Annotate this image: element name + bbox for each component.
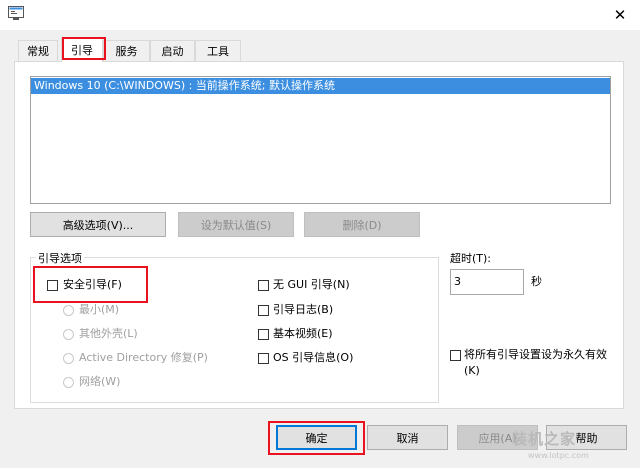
active-directory-radio[interactable]	[63, 353, 74, 364]
set-default-button[interactable]: 设为默认值(S)	[178, 212, 294, 237]
active-directory-label: Active Directory 修复(P)	[79, 351, 208, 364]
tab-startup-label: 启动	[161, 45, 184, 58]
close-button[interactable]: ✕	[600, 0, 640, 30]
boot-options-title: 引导选项	[36, 250, 84, 266]
tab-general-label: 常规	[27, 45, 49, 58]
timeout-label: 超时(T):	[450, 252, 492, 265]
base-video-checkbox[interactable]	[258, 329, 269, 340]
tab-services[interactable]: 服务	[103, 40, 150, 61]
watermark-url: www.lotpc.com	[528, 451, 589, 460]
no-gui-boot-label: 无 GUI 引导(N)	[273, 278, 350, 291]
os-boot-info-label: OS 引导信息(O)	[273, 351, 354, 364]
tab-general[interactable]: 常规	[18, 40, 58, 61]
title-bar	[0, 0, 640, 30]
base-video-label: 基本视频(E)	[273, 327, 333, 340]
boot-log-checkbox[interactable]	[258, 305, 269, 316]
no-gui-boot-checkbox[interactable]	[258, 280, 269, 291]
make-permanent-label: 将所有引导设置设为永久有效	[464, 348, 607, 361]
close-icon: ✕	[613, 6, 627, 24]
watermark-logo: 装机之家	[512, 430, 577, 448]
os-boot-info-checkbox[interactable]	[258, 353, 269, 364]
alternate-shell-radio[interactable]	[63, 329, 74, 340]
network-label: 网络(W)	[79, 375, 121, 388]
delete-button[interactable]: 删除(D)	[304, 212, 420, 237]
ok-button[interactable]: 确定	[276, 425, 357, 450]
minimal-radio[interactable]	[63, 305, 74, 316]
msconfig-app-icon	[8, 6, 24, 20]
timeout-input[interactable]: 3	[450, 269, 524, 295]
tab-boot-highlight	[62, 37, 106, 60]
timeout-unit: 秒	[531, 275, 542, 288]
os-list-item-selected[interactable]: Windows 10 (C:\WINDOWS) : 当前操作系统; 默认操作系统	[31, 78, 610, 94]
os-list[interactable]	[30, 76, 611, 204]
minimal-label: 最小(M)	[79, 303, 120, 316]
safe-boot-checkbox[interactable]	[47, 280, 58, 291]
safe-boot-label: 安全引导(F)	[63, 278, 122, 291]
alternate-shell-label: 其他外壳(L)	[79, 327, 138, 340]
cancel-button[interactable]: 取消	[367, 425, 448, 450]
advanced-options-button[interactable]: 高级选项(V)...	[30, 212, 166, 237]
boot-log-label: 引导日志(B)	[273, 303, 334, 316]
tab-tools-label: 工具	[207, 45, 229, 58]
tab-services-label: 服务	[115, 45, 138, 58]
make-permanent-label-key: (K)	[464, 364, 480, 377]
tab-startup[interactable]: 启动	[150, 40, 195, 61]
tab-tools[interactable]: 工具	[195, 40, 241, 61]
network-radio[interactable]	[63, 377, 74, 388]
make-permanent-checkbox[interactable]	[450, 350, 461, 361]
